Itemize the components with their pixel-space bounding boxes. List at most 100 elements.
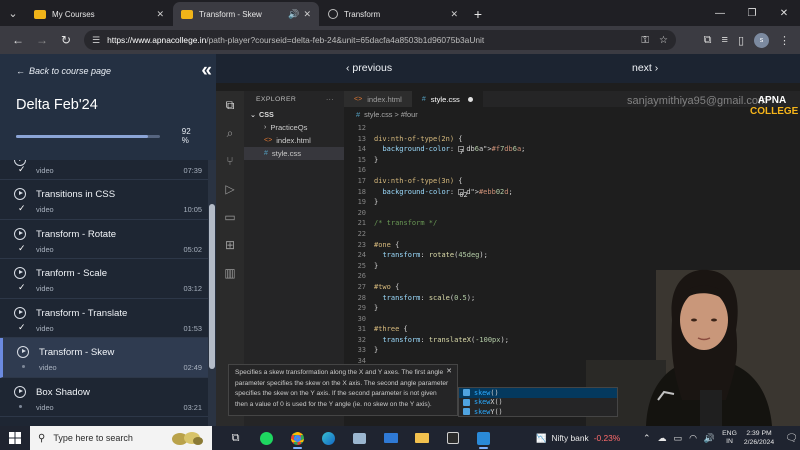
tab-search-button[interactable]: ⌄	[0, 0, 26, 26]
file-explorer-icon[interactable]	[406, 426, 437, 450]
key-icon[interactable]: ⚿	[641, 35, 649, 46]
line-number: 12	[357, 124, 366, 132]
task-view-icon[interactable]: ⧉	[220, 426, 251, 450]
chevron-up-icon[interactable]: ⌃	[643, 433, 651, 444]
battery-icon[interactable]: ▭	[674, 433, 683, 444]
sidebar-scrollbar[interactable]	[208, 160, 216, 426]
chrome-icon[interactable]	[282, 426, 313, 450]
spotify-icon[interactable]	[251, 426, 282, 450]
browser-tab-transform-skew[interactable]: Transform - Skew 🔊 ✕	[173, 2, 319, 26]
restore-icon[interactable]: ❐	[736, 0, 768, 26]
browser-tab-my-courses[interactable]: My Courses ✕	[26, 2, 172, 26]
notification-icon[interactable]: 🗨	[785, 433, 798, 444]
lesson-title: Box Shadow	[36, 386, 90, 398]
browser-toolbar: ← → ↻ ☰ https://www.apnacollege.in/path-…	[0, 26, 800, 54]
suggestion-match: skew	[474, 407, 491, 416]
wifi-icon[interactable]: ◠	[689, 433, 697, 444]
scrollbar-thumb[interactable]	[209, 204, 215, 369]
html-file-icon: <>	[264, 137, 273, 144]
media-queue-icon[interactable]: ≡	[722, 34, 728, 46]
cloud-icon[interactable]: ☁	[658, 433, 667, 444]
lesson-type: video	[36, 244, 54, 254]
lesson-item-box-shadow[interactable]: Box Shadow video 03:21	[0, 378, 208, 417]
check-icon: ✓	[18, 321, 26, 332]
code-text: }	[374, 198, 379, 207]
vscode-icon[interactable]	[468, 426, 499, 450]
windows-taskbar: ⚲ Type here to search ⧉ 📉 Nifty bank -0.…	[0, 426, 800, 450]
stock-widget[interactable]: 📉 Nifty bank -0.23%	[536, 426, 620, 450]
address-bar[interactable]: ☰ https://www.apnacollege.in/path-player…	[84, 30, 676, 50]
editor-tab-style-css: # style.css	[411, 91, 483, 107]
file-name: index.html	[276, 136, 311, 145]
forward-button[interactable]: →	[30, 28, 54, 52]
next-label: next	[632, 62, 652, 74]
back-to-course-link[interactable]: ← Back to course page	[16, 66, 200, 76]
minimize-icon[interactable]: —	[704, 0, 736, 26]
lesson-item-skew-current[interactable]: Transform - Skew video 02:49	[0, 338, 208, 378]
progress-percent: 92 %	[181, 127, 191, 145]
chevron-down-icon: ⌄	[250, 109, 257, 119]
chevron-right-icon: ›	[264, 124, 267, 131]
extensions-icon[interactable]: ⧉	[704, 34, 712, 47]
browser-tab-transform[interactable]: Transform ✕	[320, 2, 466, 26]
lesson-type: video	[36, 166, 54, 175]
line-number: 29	[357, 304, 366, 313]
email-watermark: sanjaymithiya95@gmail.com	[627, 95, 768, 107]
lesson-item-transitions[interactable]: ✓ Transitions in CSS video 10:05	[0, 180, 208, 220]
start-button[interactable]	[0, 426, 30, 450]
photos-icon[interactable]	[344, 426, 375, 450]
close-icon[interactable]: ✕	[156, 9, 164, 20]
capcut-icon[interactable]	[437, 426, 468, 450]
method-icon	[463, 398, 470, 406]
code-line: 19}	[344, 197, 800, 208]
previous-button[interactable]: ‹ previous	[346, 62, 392, 74]
lesson-item-rotate[interactable]: ✓ Transform - Rotate video 05:02	[0, 220, 208, 259]
back-link-label: Back to course page	[29, 66, 112, 76]
check-icon: ✓	[18, 203, 26, 213]
lesson-item-translate[interactable]: ✓ Transform - Translate video 01:53	[0, 299, 208, 338]
lesson-duration: 01:53	[183, 323, 203, 333]
language-code: ENG	[722, 430, 737, 437]
windows-logo-icon	[9, 432, 21, 444]
edge-icon[interactable]	[313, 426, 344, 450]
profile-avatar[interactable]: s	[754, 32, 769, 48]
mail-icon[interactable]	[375, 426, 406, 450]
clock-date: 2/26/2024	[743, 439, 775, 446]
lesson-duration: 03:12	[183, 284, 203, 293]
code-line: 20	[344, 208, 800, 219]
lesson-title: Transform - Skew	[39, 347, 115, 358]
next-button[interactable]: next ›	[632, 62, 658, 74]
clock[interactable]: 2:39 PM 2/26/2024	[744, 429, 774, 447]
file-name: PracticeQs	[270, 123, 308, 132]
close-icon: ✕	[446, 368, 452, 375]
menu-kebab-icon[interactable]: ⋮	[779, 34, 790, 47]
line-number: 23	[357, 240, 366, 249]
explorer-item-index-html: <> index.html	[244, 134, 344, 147]
volume-icon[interactable]: 🔊	[704, 433, 715, 444]
site-info-icon[interactable]: ☰	[92, 35, 100, 46]
omnibox-actions: ⚿ ☆	[641, 35, 668, 46]
new-tab-button[interactable]: +	[467, 2, 489, 26]
course-sidebar: ← Back to course page « Delta Feb'24 92 …	[0, 54, 216, 426]
logo-line-2: COLLEGE	[750, 106, 799, 117]
lesson-duration: 05:02	[183, 244, 203, 254]
tooltip-text: Specifies a skew transformation along th…	[235, 369, 449, 408]
apna-college-logo: APNA COLLEGE	[750, 95, 799, 117]
taskbar-search[interactable]: ⚲ Type here to search	[30, 426, 212, 450]
code-text: transform: scale(0.5);	[382, 293, 476, 302]
collapse-sidebar-icon[interactable]: «	[201, 60, 211, 82]
back-button[interactable]: ←	[6, 28, 30, 52]
side-panel-icon[interactable]: ▯	[738, 34, 744, 47]
star-icon[interactable]: ☆	[659, 35, 668, 46]
lesson-duration: 07:39	[183, 166, 203, 175]
close-icon[interactable]: ✕	[450, 9, 458, 20]
screen: ⌄ My Courses ✕ Transform - Skew 🔊 ✕ Tran…	[0, 0, 800, 450]
lesson-item[interactable]: ✓ video 07:39	[0, 160, 208, 180]
lesson-item-scale[interactable]: ✓ Tranform - Scale video 03:12	[0, 259, 208, 299]
close-window-icon[interactable]: ✕	[768, 0, 800, 26]
speaker-icon[interactable]: 🔊	[288, 9, 299, 20]
reload-button[interactable]: ↻	[54, 28, 78, 52]
language-indicator[interactable]: ENG IN	[722, 430, 737, 446]
close-icon[interactable]: ✕	[303, 9, 311, 20]
lesson-type: video	[36, 205, 54, 214]
